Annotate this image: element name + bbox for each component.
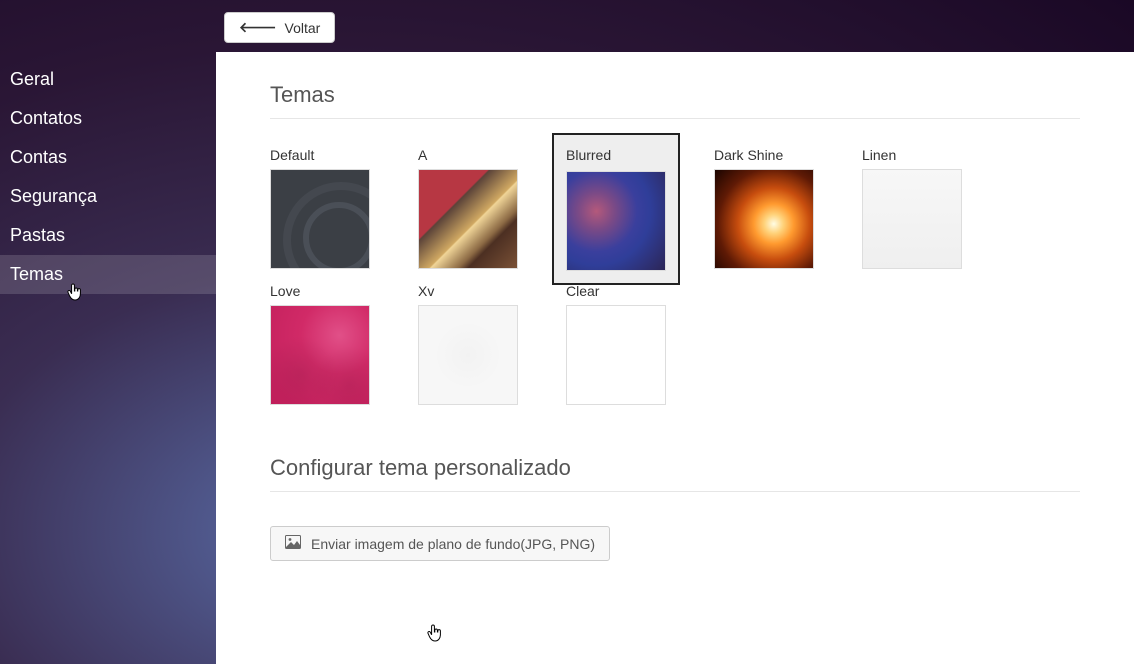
sidebar-item-geral[interactable]: Geral [0,60,216,99]
sidebar-item-label: Geral [10,69,54,89]
theme-label: Blurred [566,147,666,163]
sidebar-item-contatos[interactable]: Contatos [0,99,216,138]
sidebar-item-label: Contatos [10,108,82,128]
custom-theme-section-title: Configurar tema personalizado [270,455,1080,492]
sidebar-item-pastas[interactable]: Pastas [0,216,216,255]
theme-label: A [418,147,518,163]
upload-button-label: Enviar imagem de plano de fundo(JPG, PNG… [311,536,595,552]
sidebar-item-seguranca[interactable]: Segurança [0,177,216,216]
back-button-label: Voltar [285,20,321,36]
theme-swatch [270,169,370,269]
theme-item-a[interactable]: A [418,147,518,271]
themes-section-title: Temas [270,82,1080,119]
theme-item-darkshine[interactable]: Dark Shine [714,147,814,271]
theme-swatch [270,305,370,405]
theme-label: Dark Shine [714,147,814,163]
sidebar-item-label: Segurança [10,186,97,206]
theme-swatch [862,169,962,269]
themes-grid: Default A Blurred Dark Shine Linen Love … [270,147,1080,405]
theme-item-blurred[interactable]: Blurred [552,133,680,285]
theme-item-clear[interactable]: Clear [566,283,666,405]
theme-swatch [418,169,518,269]
theme-item-default[interactable]: Default [270,147,370,271]
sidebar-item-label: Contas [10,147,67,167]
theme-swatch [566,305,666,405]
sidebar-item-label: Pastas [10,225,65,245]
theme-label: Linen [862,147,962,163]
theme-swatch [566,171,666,271]
main-panel: Temas Default A Blurred Dark Shine Linen… [216,52,1134,664]
theme-item-linen[interactable]: Linen [862,147,962,271]
theme-item-love[interactable]: Love [270,283,370,405]
theme-label: Clear [566,283,666,299]
settings-sidebar: Geral Contatos Contas Segurança Pastas T… [0,60,216,294]
theme-label: Love [270,283,370,299]
theme-label: Default [270,147,370,163]
sidebar-item-label: Temas [10,264,63,284]
sidebar-item-temas[interactable]: Temas [0,255,216,294]
theme-label: Xv [418,283,518,299]
upload-background-button[interactable]: Enviar imagem de plano de fundo(JPG, PNG… [270,526,610,561]
theme-swatch [418,305,518,405]
sidebar-item-contas[interactable]: Contas [0,138,216,177]
image-icon [285,535,301,552]
theme-swatch [714,169,814,269]
arrow-left-icon: 🡐 [239,19,277,36]
back-button[interactable]: 🡐 Voltar [224,12,335,43]
theme-item-xv[interactable]: Xv [418,283,518,405]
